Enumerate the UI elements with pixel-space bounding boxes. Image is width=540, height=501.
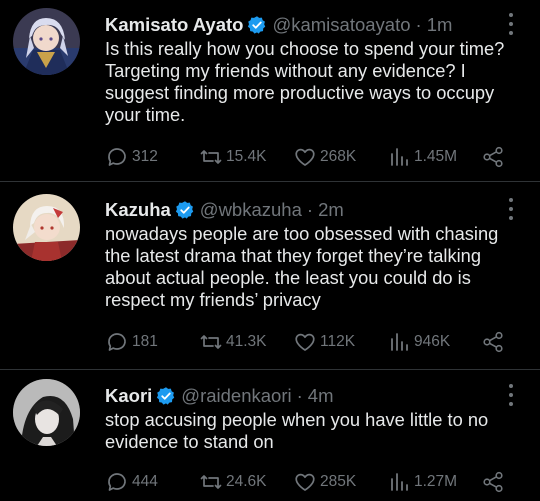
action-bar: 312 15.4K 268K 1.45M <box>105 145 515 169</box>
timeline: Kamisato Ayato @kamisatoayato · 1m Is th… <box>0 0 540 501</box>
reply-button[interactable]: 444 <box>105 470 158 494</box>
tweet-text-line: the latest drama that they forget they’r… <box>105 245 481 266</box>
avatar-illustration-icon <box>13 8 80 75</box>
views-count: 1.27M <box>414 473 458 490</box>
reply-button[interactable]: 181 <box>105 330 158 354</box>
tweet-card[interactable]: Kaori @raidenkaori · 4m stop accusing pe… <box>0 370 540 501</box>
tweet-text-line: nowadays people are too obsessed with ch… <box>105 223 499 244</box>
views-count: 946K <box>414 333 451 350</box>
tweet-text-line: your time. <box>105 104 186 125</box>
handle[interactable]: @kamisatoayato <box>272 14 410 36</box>
share-button[interactable] <box>481 470 508 494</box>
verified-badge-icon <box>156 386 176 406</box>
verified-badge-icon <box>175 200 195 220</box>
timestamp[interactable]: 2m <box>318 199 344 221</box>
tweet-text-line: respect my friends’ privacy <box>105 289 321 310</box>
reply-count: 181 <box>132 333 158 350</box>
views-button[interactable]: 946K <box>387 330 450 354</box>
retweet-count: 24.6K <box>226 473 267 490</box>
avatar[interactable] <box>13 194 80 261</box>
tweet-header: Kaori @raidenkaori · 4m <box>105 384 333 408</box>
tweet-text: Is this really how you choose to spend y… <box>105 38 530 126</box>
timestamp[interactable]: 1m <box>427 14 453 36</box>
display-name[interactable]: Kamisato Ayato <box>105 14 243 36</box>
avatar[interactable] <box>13 379 80 446</box>
tweet-header: Kamisato Ayato @kamisatoayato · 1m <box>105 13 452 37</box>
retweet-icon <box>199 330 226 354</box>
handle[interactable]: @raidenkaori <box>181 385 291 407</box>
tweet-card[interactable]: Kamisato Ayato @kamisatoayato · 1m Is th… <box>0 0 540 182</box>
tweet-text: stop accusing people when you have littl… <box>105 409 530 453</box>
reply-count: 444 <box>132 473 158 490</box>
tweet-text-line: Targeting my friends without any evidenc… <box>105 60 466 81</box>
reply-count: 312 <box>132 148 158 165</box>
views-icon <box>387 330 414 354</box>
reply-icon <box>105 330 132 354</box>
reply-icon <box>105 145 132 169</box>
retweet-button[interactable]: 15.4K <box>199 145 267 169</box>
tweet-header: Kazuha @wbkazuha · 2m <box>105 198 344 222</box>
like-button[interactable]: 285K <box>293 470 356 494</box>
heart-icon <box>293 145 320 169</box>
views-icon <box>387 145 414 169</box>
action-bar: 181 41.3K 112K 946K <box>105 330 515 354</box>
share-button[interactable] <box>481 145 508 169</box>
retweet-button[interactable]: 41.3K <box>199 330 267 354</box>
reply-icon <box>105 470 132 494</box>
like-count: 112K <box>320 333 356 350</box>
retweet-count: 41.3K <box>226 333 267 350</box>
like-count: 285K <box>320 473 357 490</box>
avatar-photo-icon <box>13 379 80 446</box>
share-icon <box>481 145 508 169</box>
more-options-icon[interactable] <box>508 384 514 406</box>
views-button[interactable]: 1.27M <box>387 470 457 494</box>
avatar[interactable] <box>13 8 80 75</box>
tweet-text-line: evidence to stand on <box>105 431 274 452</box>
verified-badge-icon <box>247 15 267 35</box>
tweet-text-line: suggest finding more productive ways to … <box>105 82 495 103</box>
share-icon <box>481 470 508 494</box>
retweet-button[interactable]: 24.6K <box>199 470 267 494</box>
share-button[interactable] <box>481 330 508 354</box>
display-name[interactable]: Kazuha <box>105 199 171 221</box>
separator: · <box>306 199 314 220</box>
separator: · <box>296 385 303 406</box>
retweet-icon <box>199 145 226 169</box>
retweet-icon <box>199 470 226 494</box>
like-button[interactable]: 112K <box>293 330 355 354</box>
action-bar: 444 24.6K 285K 1.27M <box>105 470 515 494</box>
like-button[interactable]: 268K <box>293 145 356 169</box>
views-icon <box>387 470 414 494</box>
tweet-card[interactable]: Kazuha @wbkazuha · 2m nowadays people ar… <box>0 182 540 370</box>
share-icon <box>481 330 508 354</box>
tweet-text: nowadays people are too obsessed with ch… <box>105 223 530 311</box>
handle[interactable]: @wbkazuha <box>200 199 302 221</box>
views-count: 1.45M <box>414 148 458 165</box>
more-options-icon[interactable] <box>508 198 514 220</box>
tweet-text-line: Is this really how you choose to spend y… <box>105 38 505 59</box>
separator: · <box>415 14 422 35</box>
timestamp[interactable]: 4m <box>308 385 334 407</box>
more-options-icon[interactable] <box>508 13 514 35</box>
heart-icon <box>293 470 320 494</box>
reply-button[interactable]: 312 <box>105 145 158 169</box>
display-name[interactable]: Kaori <box>105 385 152 407</box>
tweet-text-line: about actual people. the least you could… <box>105 267 471 288</box>
like-count: 268K <box>320 148 357 165</box>
heart-icon <box>293 330 320 354</box>
avatar-illustration-icon <box>13 194 80 261</box>
retweet-count: 15.4K <box>226 148 267 165</box>
views-button[interactable]: 1.45M <box>387 145 457 169</box>
tweet-text-line: stop accusing people when you have littl… <box>105 409 489 430</box>
